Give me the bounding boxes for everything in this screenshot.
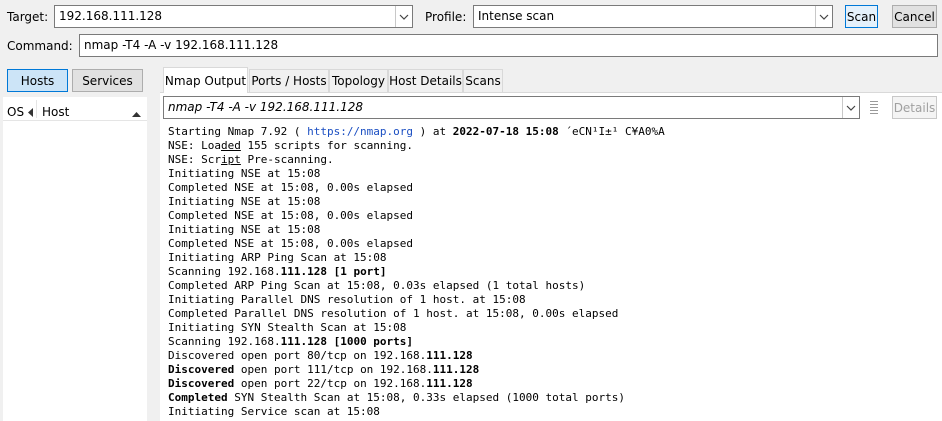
tab-nmap-output[interactable]: Nmap Output bbox=[163, 67, 248, 93]
output-line: Completed ARP Ping Scan at 15:08, 0.03s … bbox=[168, 279, 586, 292]
output-command-combobox[interactable]: nmap -T4 -A -v 192.168.111.128 bbox=[163, 96, 860, 119]
nmap-link[interactable]: https://nmap.org bbox=[307, 125, 413, 138]
output-line: Initiating NSE at 15:08 bbox=[168, 223, 321, 236]
output-line: Completed SYN Stealth Scan at 15:08, 0.3… bbox=[168, 391, 625, 404]
profile-value: Intense scan bbox=[478, 9, 555, 23]
output-line: Discovered open port 80/tcp on 192.168.1… bbox=[168, 349, 473, 362]
sort-left-icon[interactable] bbox=[28, 106, 34, 120]
output-line: NSE: Loaded 155 scripts for scanning. bbox=[168, 139, 414, 152]
output-line: Scanning 192.168.111.128 [1 port] bbox=[168, 265, 387, 278]
target-combobox[interactable]: 192.168.111.128 bbox=[54, 5, 413, 28]
chevron-down-icon[interactable] bbox=[842, 97, 859, 118]
command-label: Command: bbox=[7, 39, 73, 53]
output-command-value: nmap -T4 -A -v 192.168.111.128 bbox=[168, 100, 363, 114]
output-line: Discovered open port 111/tcp on 192.168.… bbox=[168, 363, 480, 376]
output-line: Scanning 192.168.111.128 [1000 ports] bbox=[168, 335, 414, 348]
output-line: Initiating NSE at 15:08 bbox=[168, 167, 321, 180]
output-line: Initiating NSE at 15:08 bbox=[168, 195, 321, 208]
output-line: Initiating SYN Stealth Scan at 15:08 bbox=[168, 321, 407, 334]
column-host[interactable]: Host bbox=[42, 105, 69, 119]
output-line: Completed NSE at 15:08, 0.00s elapsed bbox=[168, 209, 414, 222]
profile-combobox[interactable]: Intense scan bbox=[473, 5, 833, 28]
output-line: Completed NSE at 15:08, 0.00s elapsed bbox=[168, 181, 414, 194]
host-list-header: OS Host bbox=[3, 97, 147, 121]
column-os[interactable]: OS bbox=[7, 105, 24, 119]
profile-label: Profile: bbox=[425, 10, 467, 24]
column-divider bbox=[36, 100, 37, 118]
output-line: Starting Nmap 7.92 ( https://nmap.org ) … bbox=[168, 125, 665, 138]
services-tab-button[interactable]: Services bbox=[72, 69, 143, 92]
drag-handle-icon[interactable] bbox=[870, 100, 878, 117]
command-input[interactable]: nmap -T4 -A -v 192.168.111.128 bbox=[79, 34, 938, 57]
output-line: Initiating ARP Ping Scan at 15:08 bbox=[168, 251, 387, 264]
output-line: NSE: Script Pre-scanning. bbox=[168, 153, 334, 166]
target-value: 192.168.111.128 bbox=[59, 9, 163, 23]
tab-topology[interactable]: Topology bbox=[329, 69, 388, 92]
host-list[interactable]: OS Host bbox=[3, 97, 147, 421]
nmap-output-text[interactable]: Starting Nmap 7.92 ( https://nmap.org ) … bbox=[162, 122, 942, 421]
tab-scans[interactable]: Scans bbox=[463, 69, 503, 92]
sort-up-icon[interactable] bbox=[132, 107, 141, 121]
output-line: Completed NSE at 15:08, 0.00s elapsed bbox=[168, 237, 414, 250]
tab-ports-hosts[interactable]: Ports / Hosts bbox=[249, 69, 329, 92]
hosts-tab-button[interactable]: Hosts bbox=[7, 69, 68, 92]
output-line: Initiating Service scan at 15:08 bbox=[168, 405, 380, 418]
output-line: Completed Parallel DNS resolution of 1 h… bbox=[168, 307, 619, 320]
details-button[interactable]: Details bbox=[892, 96, 937, 119]
scan-button[interactable]: Scan bbox=[845, 5, 878, 28]
tab-host-details[interactable]: Host Details bbox=[388, 69, 463, 92]
chevron-down-icon[interactable] bbox=[815, 6, 832, 27]
output-line: Initiating Parallel DNS resolution of 1 … bbox=[168, 293, 526, 306]
chevron-down-icon[interactable] bbox=[395, 6, 412, 27]
cancel-button[interactable]: Cancel bbox=[892, 5, 937, 28]
output-line: Discovered open port 22/tcp on 192.168.1… bbox=[168, 377, 473, 390]
target-label: Target: bbox=[7, 10, 49, 24]
